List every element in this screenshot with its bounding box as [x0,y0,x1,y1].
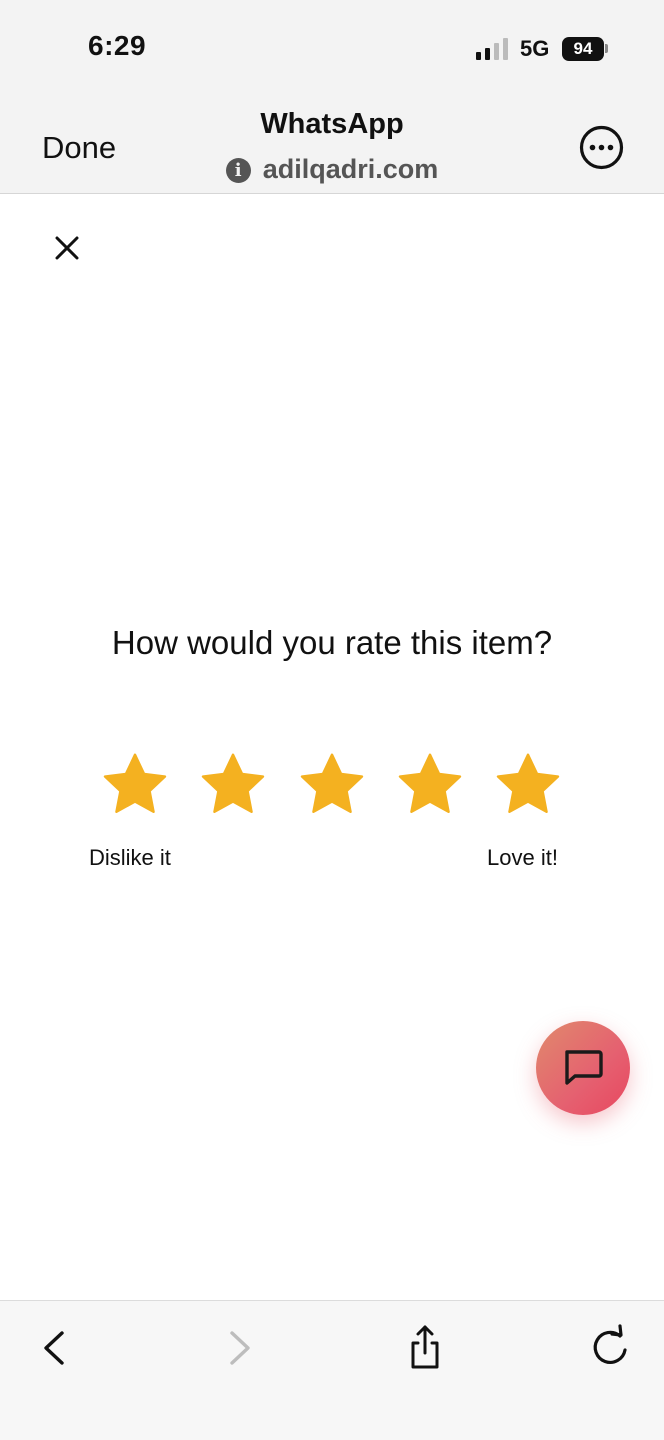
status-bar: 6:29 5G 94 [0,0,664,96]
page-title: WhatsApp [260,108,404,140]
reload-icon [593,1324,627,1364]
chat-icon [565,1050,603,1085]
more-icon[interactable] [579,125,624,170]
forward-icon [230,1331,250,1365]
reload-button[interactable] [585,1323,635,1373]
star-4-icon[interactable] [395,750,465,820]
url-display[interactable]: i adilqadri.com [0,154,664,185]
rating-question: How would you rate this item? [111,624,553,661]
star-3-icon[interactable] [297,750,367,820]
battery-tip [605,44,608,53]
share-button[interactable] [400,1323,450,1373]
forward-button[interactable] [214,1323,264,1373]
network-type: 5G [520,36,550,61]
rating-low-label: Dislike it [89,845,171,870]
url-text: adilqadri.com [262,154,439,184]
star-1-icon[interactable] [100,750,170,820]
browser-toolbar [0,1300,664,1440]
back-icon [44,1331,64,1365]
close-icon[interactable] [52,233,82,263]
battery-icon: 94 [562,37,604,61]
info-icon[interactable]: i [225,158,251,183]
back-button[interactable] [30,1323,80,1373]
star-rating[interactable] [100,750,566,820]
star-2-icon[interactable] [198,750,268,820]
star-5-icon[interactable] [493,750,563,820]
status-time: 6:29 [88,30,147,61]
chat-button[interactable] [536,1021,630,1115]
share-icon [411,1325,439,1369]
rating-high-label: Love it! [487,845,558,870]
browser-nav-bar: Done WhatsApp i adilqadri.com [0,96,664,194]
signal-icon [476,38,508,60]
